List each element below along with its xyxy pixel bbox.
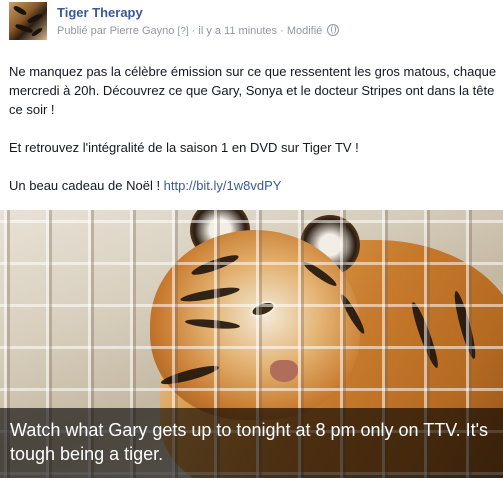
bitly-link[interactable]: http://bit.ly/1w8vdPY [164,178,282,193]
page-avatar[interactable] [9,2,47,40]
help-marker[interactable]: [?] [177,26,188,37]
photo-caption-bar: Watch what Gary gets up to tonight at 8 … [0,408,503,478]
post-paragraph-3-text: Un beau cadeau de Noël ! [9,178,164,193]
post-header: Tiger Therapy Publié par Pierre Gayno [?… [0,0,503,50]
post-paragraph-1: Ne manquez pas la célèbre émission sur c… [9,64,497,117]
post-body: Ne manquez pas la célèbre émission sur c… [9,62,497,214]
post-time[interactable]: · il y a 11 minutes [192,25,277,37]
post-photo[interactable]: Watch what Gary gets up to tonight at 8 … [0,210,503,478]
page-name-link[interactable]: Tiger Therapy [57,5,143,20]
globe-icon[interactable] [327,24,340,36]
post-paragraph-3: Un beau cadeau de Noël ! http://bit.ly/1… [9,176,497,195]
edited-label[interactable]: · Modifié [280,25,322,37]
post-paragraph-2: Et retrouvez l'intégralité de la saison … [9,140,359,155]
post-meta: Publié par Pierre Gayno [?] · il y a 11 … [57,24,340,37]
photo-caption: Watch what Gary gets up to tonight at 8 … [10,420,489,464]
published-by[interactable]: Publié par Pierre Gayno [57,25,174,37]
